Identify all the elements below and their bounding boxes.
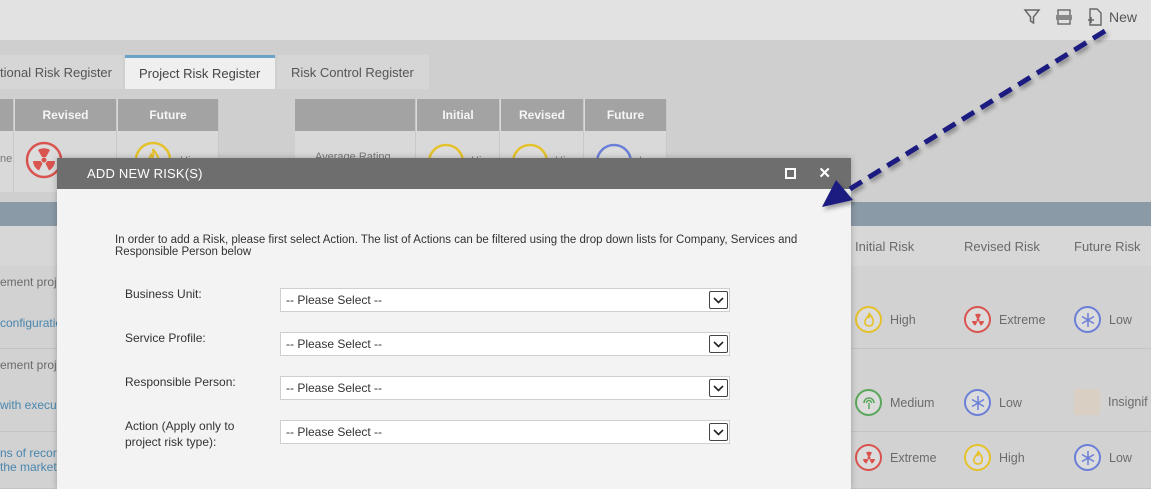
annotation-arrow [822,28,1107,207]
